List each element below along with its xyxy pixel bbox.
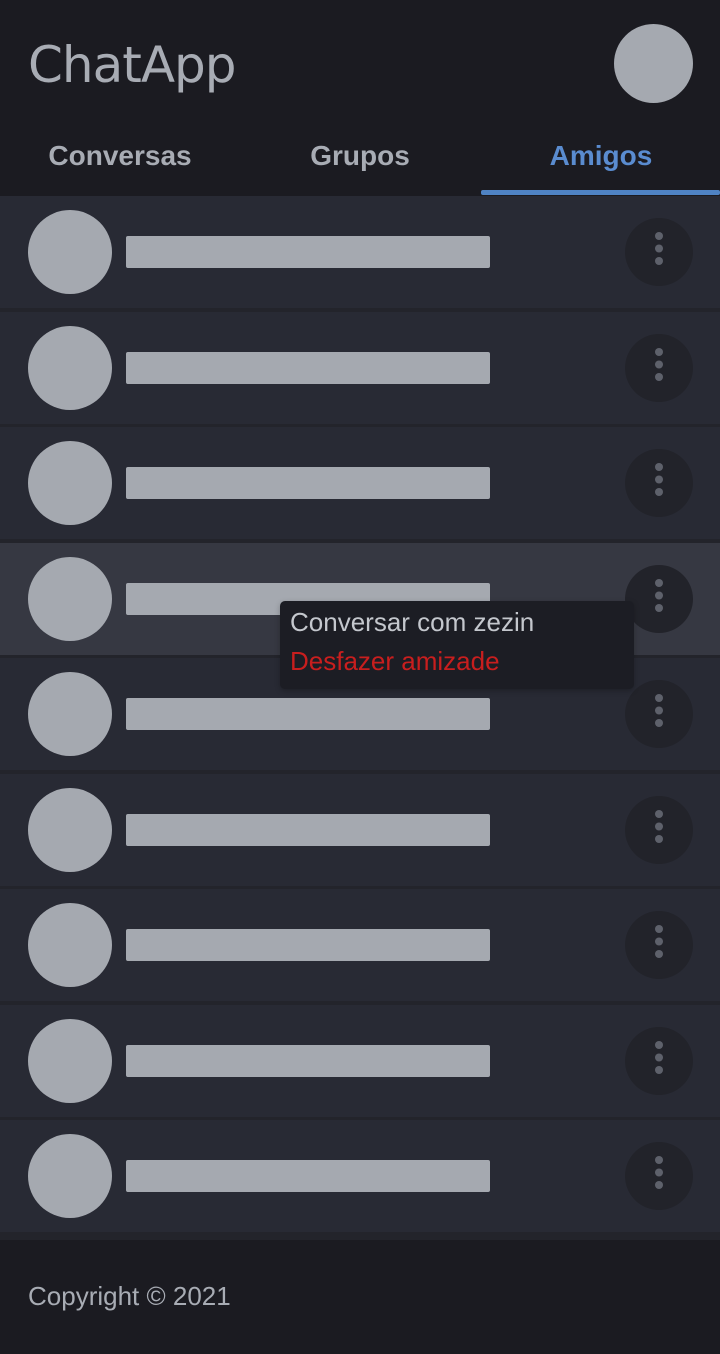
friend-row[interactable] [0,774,720,886]
friend-row[interactable] [0,889,720,1001]
active-tab-indicator [481,190,720,195]
app-root: ChatApp Conversas Grupos Amigos Conversa… [0,0,720,1354]
app-title: ChatApp [28,36,237,94]
more-vert-icon[interactable] [625,1142,693,1210]
copyright-text: Copyright © 2021 [28,1281,231,1311]
tab-amigos[interactable]: Amigos [481,128,720,196]
friend-avatar [28,672,112,756]
friend-name [126,1045,490,1077]
friend-avatar [28,210,112,294]
friend-name [126,814,490,846]
friends-list [0,196,720,1240]
friend-row[interactable] [0,312,720,424]
footer: Copyright © 2021 [0,1244,720,1354]
friend-avatar [28,441,112,525]
friend-name [126,352,490,384]
friend-name [126,236,490,268]
more-vert-icon[interactable] [625,449,693,517]
friend-name [126,698,490,730]
menu-item-unfriend[interactable]: Desfazer amizade [290,643,500,679]
friend-row[interactable] [0,427,720,539]
friend-row[interactable] [0,196,720,308]
user-avatar[interactable] [614,24,693,103]
tab-bar: Conversas Grupos Amigos [0,128,720,196]
friend-avatar [28,557,112,641]
more-vert-icon[interactable] [625,334,693,402]
friend-name [126,929,490,961]
friend-avatar [28,1134,112,1218]
app-header: ChatApp [0,0,720,128]
friend-name [126,1160,490,1192]
more-vert-icon[interactable] [625,680,693,748]
tab-conversas[interactable]: Conversas [0,128,240,196]
more-vert-icon[interactable] [625,796,693,864]
friend-avatar [28,788,112,872]
friend-row[interactable] [0,1120,720,1232]
friend-name [126,467,490,499]
more-vert-icon[interactable] [625,565,693,633]
menu-item-chat[interactable]: Conversar com zezin [290,604,534,640]
friend-avatar [28,326,112,410]
friend-avatar [28,903,112,987]
more-vert-icon[interactable] [625,1027,693,1095]
friend-row[interactable] [0,1005,720,1117]
friend-context-menu: Conversar com zezin Desfazer amizade [280,601,634,689]
friend-avatar [28,1019,112,1103]
tab-grupos[interactable]: Grupos [240,128,480,196]
more-vert-icon[interactable] [625,218,693,286]
more-vert-icon[interactable] [625,911,693,979]
